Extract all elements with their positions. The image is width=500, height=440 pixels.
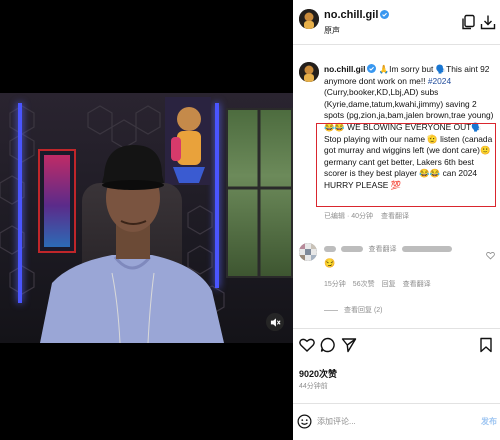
- post-time: 44分钟前: [299, 383, 328, 390]
- comment-input[interactable]: 添加评论...: [317, 416, 356, 427]
- post-header: no.chill.gil 原声: [293, 0, 500, 44]
- video-pane: [0, 0, 293, 440]
- video-player[interactable]: [0, 93, 293, 343]
- comment-likes[interactable]: 56次赞: [353, 281, 375, 288]
- edited-time: 已编辑 · 40分钟: [324, 213, 374, 220]
- post-comment-button[interactable]: 发布: [481, 416, 497, 427]
- speaker-muted-icon[interactable]: [266, 313, 284, 331]
- header-divider: [293, 44, 500, 45]
- blurred-username: [324, 245, 336, 252]
- comment-composer: 添加评论... 发布: [293, 404, 500, 440]
- verified-badge-icon: [380, 10, 390, 19]
- download-icon[interactable]: [480, 14, 496, 30]
- comment-header: 查看翻译: [324, 244, 452, 254]
- copy-icon[interactable]: [460, 14, 476, 30]
- caption-avatar[interactable]: [299, 62, 319, 82]
- comment-translation-link[interactable]: 查看翻译: [403, 281, 431, 288]
- caption-meta: 已编辑 · 40分钟 查看翻译: [324, 211, 409, 221]
- avatar[interactable]: [299, 9, 319, 29]
- comment-see-translation[interactable]: 查看翻译: [368, 246, 396, 253]
- comment-reply-button[interactable]: 回复: [382, 281, 396, 288]
- actions-divider: [293, 328, 500, 329]
- comment-icon[interactable]: [320, 337, 336, 353]
- blurred-text: [341, 245, 364, 252]
- audio-label[interactable]: 原声: [324, 25, 340, 36]
- like-count[interactable]: 9020次赞: [299, 367, 337, 380]
- header-username[interactable]: no.chill.gil: [324, 9, 390, 21]
- verified-badge-icon: [367, 64, 377, 73]
- comment-meta: 15分钟 56次赞 回复 查看翻译: [324, 279, 438, 289]
- commenter-avatar[interactable]: [299, 243, 317, 261]
- header-username-text[interactable]: no.chill.gil: [324, 9, 378, 21]
- hashtag-link[interactable]: #2024: [428, 76, 451, 86]
- caption-username[interactable]: no.chill.gil: [324, 64, 365, 74]
- highlight-annotation-box: [316, 123, 496, 207]
- comment-like-icon[interactable]: [486, 251, 495, 260]
- emoji-icon[interactable]: [297, 414, 312, 429]
- post-panel: no.chill.gil 原声 no.chill.gil 🙏Im sorry b…: [293, 0, 500, 440]
- bookmark-icon[interactable]: [478, 337, 494, 353]
- share-icon[interactable]: [341, 337, 357, 353]
- comment-time: 15分钟: [324, 281, 346, 288]
- view-replies-link[interactable]: 查看回复 (2): [324, 305, 383, 315]
- comment-text: 😏: [324, 258, 336, 268]
- speaker-person: [40, 145, 224, 343]
- heart-icon[interactable]: [299, 337, 315, 353]
- see-translation-link[interactable]: 查看翻译: [381, 213, 409, 220]
- blurred-text: [401, 245, 452, 252]
